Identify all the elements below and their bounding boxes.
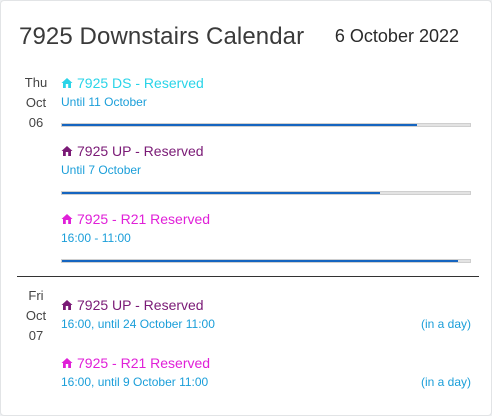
event-title-text: 7925 UP - Reserved	[77, 143, 204, 159]
day-group-thu: Thu Oct 06 7925 DS - Reserved Until 11 O…	[17, 73, 477, 273]
event-title-text: 7925 - R21 Reserved	[77, 355, 211, 371]
event-time: 16:00, until 24 October 11:00	[61, 317, 215, 331]
day-month: Oct	[25, 308, 47, 323]
house-icon	[61, 146, 73, 156]
day-number: 06	[28, 115, 44, 130]
event-title: 7925 UP - Reserved	[61, 296, 204, 314]
event-item[interactable]: 7925 UP - Reserved 16:00, until 24 Octob…	[61, 296, 471, 336]
day-weekday: Fri	[28, 288, 44, 303]
event-item[interactable]: 7925 - R21 Reserved 16:00, until 9 Octob…	[61, 354, 471, 394]
event-item[interactable]: 7925 DS - Reserved Until 11 October	[61, 74, 471, 130]
event-progress-fill	[62, 260, 458, 262]
current-date: 6 October 2022	[334, 26, 459, 46]
event-relative-time: (in a day)	[420, 375, 471, 389]
event-time: 16:00 - 11:00	[61, 231, 131, 245]
event-title-text: 7925 DS - Reserved	[77, 75, 204, 91]
event-progress-bar	[61, 191, 471, 195]
event-progress-fill	[62, 192, 381, 194]
card-title: 7925 Downstairs Calendar	[19, 23, 305, 50]
day-label: Thu Oct 06	[17, 73, 55, 133]
day-divider	[17, 276, 479, 277]
event-title: 7925 - R21 Reserved	[61, 354, 210, 372]
event-title: 7925 DS - Reserved	[61, 74, 204, 92]
day-weekday: Thu	[24, 75, 48, 90]
house-icon	[61, 214, 73, 224]
event-relative-time: (in a day)	[420, 317, 471, 331]
event-title: 7925 UP - Reserved	[61, 142, 204, 160]
event-progress-fill	[62, 124, 417, 126]
day-group-fri: Fri Oct 07 7925 UP - Reserved 16:00, unt…	[17, 286, 477, 396]
event-item[interactable]: 7925 - R21 Reserved 16:00 - 11:00	[61, 210, 471, 266]
event-time: 16:00, until 9 October 11:00	[61, 375, 209, 389]
house-icon	[61, 358, 73, 368]
event-title: 7925 - R21 Reserved	[61, 210, 210, 228]
event-progress-bar	[61, 123, 471, 127]
event-time: Until 11 October	[61, 95, 147, 109]
day-month: Oct	[25, 95, 47, 110]
event-item[interactable]: 7925 UP - Reserved Until 7 October	[61, 142, 471, 198]
house-icon	[61, 78, 73, 88]
event-title-text: 7925 - R21 Reserved	[77, 211, 211, 227]
event-title-text: 7925 UP - Reserved	[77, 297, 204, 313]
event-time: Until 7 October	[61, 163, 142, 177]
house-icon	[61, 300, 73, 310]
event-progress-bar	[61, 259, 471, 263]
day-number: 07	[28, 328, 44, 343]
card-header: 7925 Downstairs Calendar 6 October 2022	[19, 23, 459, 53]
day-label: Fri Oct 07	[17, 286, 55, 346]
calendar-card: 7925 Downstairs Calendar 6 October 2022 …	[0, 0, 492, 416]
